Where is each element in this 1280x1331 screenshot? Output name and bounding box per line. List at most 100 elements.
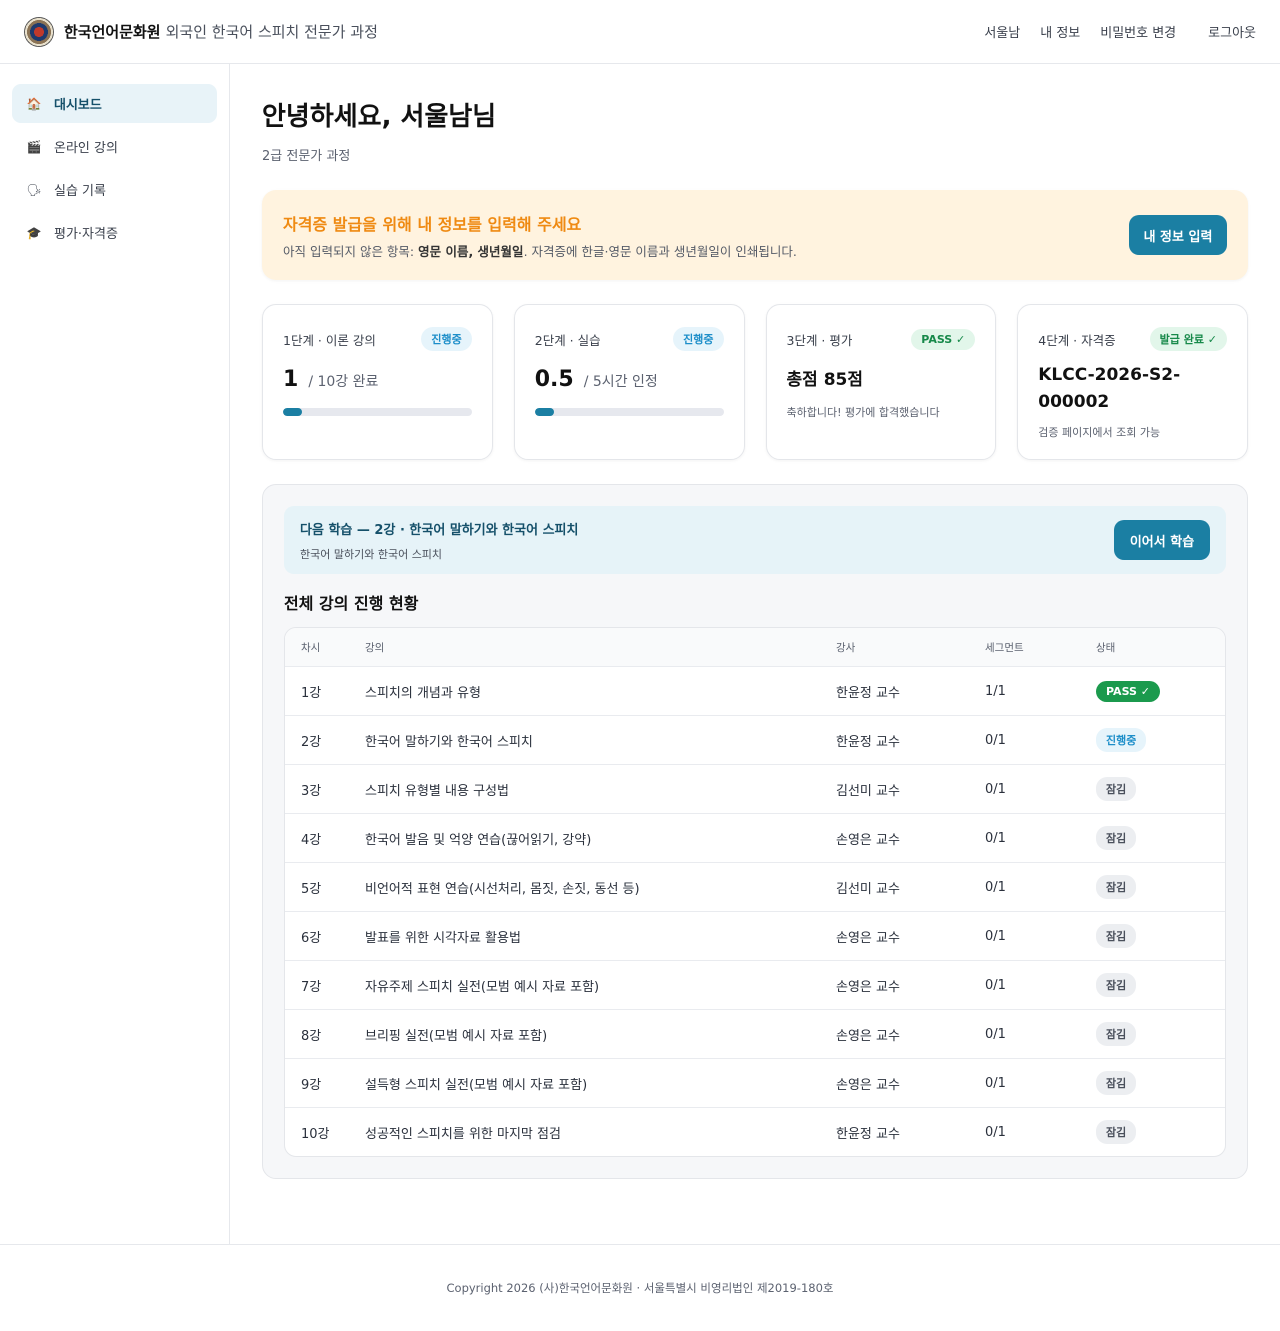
nav-logout-link[interactable]: 로그아웃 [1208,22,1256,41]
row-session: 9강 [301,1077,322,1093]
clapperboard-icon: 🎬 [26,139,42,154]
row-segment: 0/1 [985,1075,1006,1091]
progress-fill [534,408,554,416]
col-header-session: 차시 [301,641,321,654]
card-note: 검증 페이지에서 조회 가능 [1038,426,1161,439]
row-lecture-title: 스피치의 개념과 유형 [365,685,481,701]
row-status: 잠김 [1096,826,1225,850]
table-row[interactable]: 9강 설득형 스피치 실전(모범 예시 자료 포함) 손영은 교수 0/1 잠김 [285,1058,1225,1107]
certificate-number: KLCC-2026-S2- 000002 [1038,362,1227,416]
sidebar: 🏠 대시보드 🎬 온라인 강의 🗣 실습 기록 🎓 평가·자격증 [0,64,230,1244]
row-lecture-title: 한국어 발음 및 억양 연습(끊어읽기, 강약) [365,832,592,848]
sidebar-item-online-lectures[interactable]: 🎬 온라인 강의 [12,127,217,166]
sidebar-item-label: 온라인 강의 [54,141,118,156]
next-lesson-banner: 다음 학습 — 2강 · 한국어 말하기와 한국어 스피치 한국어 말하기와 한… [284,506,1226,574]
lecture-panel: 다음 학습 — 2강 · 한국어 말하기와 한국어 스피치 한국어 말하기와 한… [262,484,1248,1179]
row-lecture-title: 발표를 위한 시각자료 활용법 [365,930,521,946]
nav-user-name: 서울남 [984,26,1021,41]
row-lecture-title: 성공적인 스피치를 위한 마지막 점검 [365,1126,561,1142]
course-name: 외국인 한국어 스피치 전문가 과정 [165,23,378,41]
status-badge: 잠김 [1096,973,1137,997]
table-row[interactable]: 1강 스피치의 개념과 유형 한윤정 교수 1/1 PASS ✓ [285,666,1225,715]
row-lecture-title: 비언어적 표현 연습(시선처리, 몸짓, 손짓, 동선 등) [365,881,640,897]
stage-card-certificate: 4단계 · 자격증 발급 완료 ✓ KLCC-2026-S2- 000002 검증… [1017,304,1248,460]
status-badge: 발급 완료 ✓ [1149,327,1227,351]
sidebar-item-dashboard[interactable]: 🏠 대시보드 [12,84,217,123]
certificate-number-part1: KLCC-2026-S2- [1038,365,1181,385]
total-score: 총점 85점 [786,370,864,390]
row-session: 7강 [301,979,322,995]
row-status: 잠김 [1096,973,1225,997]
row-instructor: 손영은 교수 [836,1077,900,1093]
status-badge: 잠김 [1096,1022,1137,1046]
certificate-number-part2: 000002 [1038,392,1110,412]
brand-logo-icon[interactable] [24,16,54,47]
table-row[interactable]: 6강 발표를 위한 시각자료 활용법 손영은 교수 0/1 잠김 [285,911,1225,960]
sidebar-item-label: 실습 기록 [54,184,106,199]
row-instructor: 김선미 교수 [836,881,900,897]
progress-fill [283,408,302,416]
top-nav: 서울남 내 정보 비밀번호 변경 로그아웃 [964,22,1256,41]
table-row[interactable]: 8강 브리핑 실전(모범 예시 자료 포함) 손영은 교수 0/1 잠김 [285,1009,1225,1058]
table-row[interactable]: 4강 한국어 발음 및 억양 연습(끊어읽기, 강약) 손영은 교수 0/1 잠김 [285,813,1225,862]
status-badge: 잠김 [1096,777,1137,801]
table-header: 차시 강의 강사 세그먼트 상태 [285,628,1225,666]
row-session: 8강 [301,1028,322,1044]
row-status: 잠김 [1096,875,1225,899]
table-row[interactable]: 2강 한국어 말하기와 한국어 스피치 한윤정 교수 0/1 진행중 [285,715,1225,764]
card-unit: / 5시간 인정 [583,374,658,390]
info-required-alert: 자격증 발급을 위해 내 정보를 입력해 주세요 아직 입력되지 않은 항목: … [262,190,1248,280]
row-instructor: 손영은 교수 [836,1028,900,1044]
status-badge: 진행중 [421,327,472,351]
row-segment: 0/1 [985,928,1006,944]
next-lesson-title: 다음 학습 — 2강 · 한국어 말하기와 한국어 스피치 [300,522,579,538]
next-lesson-subtitle: 한국어 말하기와 한국어 스피치 [300,547,443,561]
col-header-lecture: 강의 [365,641,385,654]
row-instructor: 한윤정 교수 [836,685,900,701]
section-title: 전체 강의 진행 현황 [284,594,419,613]
table-body: 1강 스피치의 개념과 유형 한윤정 교수 1/1 PASS ✓ 2강 한국어 말하기와 한… [285,666,1225,1156]
row-instructor: 한윤정 교수 [836,734,900,750]
row-segment: 0/1 [985,830,1006,846]
table-row[interactable]: 7강 자유주제 스피치 실전(모범 예시 자료 포함) 손영은 교수 0/1 잠김 [285,960,1225,1009]
sidebar-item-evaluation-certificate[interactable]: 🎓 평가·자격증 [12,213,217,252]
table-row[interactable]: 10강 성공적인 스피치를 위한 마지막 점검 한윤정 교수 0/1 잠김 [285,1107,1225,1156]
table-row[interactable]: 3강 스피치 유형별 내용 구성법 김선미 교수 0/1 잠김 [285,764,1225,813]
row-lecture-title: 자유주제 스피치 실전(모범 예시 자료 포함) [365,979,600,995]
table-row[interactable]: 5강 비언어적 표현 연습(시선처리, 몸짓, 손짓, 동선 등) 김선미 교수 0/… [285,862,1225,911]
row-session: 1강 [301,685,322,701]
row-status: 잠김 [1096,1120,1225,1144]
status-badge: 잠김 [1096,826,1137,850]
stage-card-theory: 1단계 · 이론 강의 진행중 1 / 10강 완료 [262,304,493,460]
row-instructor: 손영은 교수 [836,979,900,995]
nav-my-info-link[interactable]: 내 정보 [1040,22,1080,41]
status-badge: PASS ✓ [1096,680,1160,702]
row-status: 진행중 [1096,728,1225,752]
continue-learning-button[interactable]: 이어서 학습 [1114,520,1210,560]
row-lecture-title: 설득형 스피치 실전(모범 예시 자료 포함) [365,1077,588,1093]
card-label: 3단계 · 평가 [786,332,853,348]
row-status: 잠김 [1096,1022,1225,1046]
nav-change-password-link[interactable]: 비밀번호 변경 [1100,22,1176,41]
course-level: 2급 전문가 과정 [262,149,351,164]
enter-my-info-button[interactable]: 내 정보 입력 [1129,215,1227,255]
speech-icon: 🗣 [26,182,42,197]
top-header: 한국언어문화원 외국인 한국어 스피치 전문가 과정 서울남 내 정보 비밀번호… [0,0,1280,64]
row-segment: 0/1 [985,781,1006,797]
brand-name[interactable]: 한국언어문화원 [64,21,161,42]
row-status: 잠김 [1096,777,1225,801]
status-badge: 진행중 [673,327,724,351]
card-unit: / 10강 완료 [308,374,379,390]
house-icon: 🏠 [26,96,42,111]
col-header-segment: 세그먼트 [985,641,1024,654]
card-label: 4단계 · 자격증 [1038,332,1116,348]
row-segment: 0/1 [985,879,1006,895]
status-badge: 잠김 [1096,1071,1137,1095]
sidebar-item-practice-records[interactable]: 🗣 실습 기록 [12,170,217,209]
alert-suffix: . 자격증에 한글·영문 이름과 생년월일이 인쇄됩니다. [523,243,797,259]
stage-card-evaluation: 3단계 · 평가 PASS ✓ 총점 85점 축하합니다! 평가에 합격했습니다 [765,304,997,460]
row-segment: 0/1 [985,977,1006,993]
col-header-status: 상태 [1096,641,1116,654]
row-status: PASS ✓ [1096,680,1225,702]
alert-missing-fields: 영문 이름, 생년월일 [418,243,524,259]
